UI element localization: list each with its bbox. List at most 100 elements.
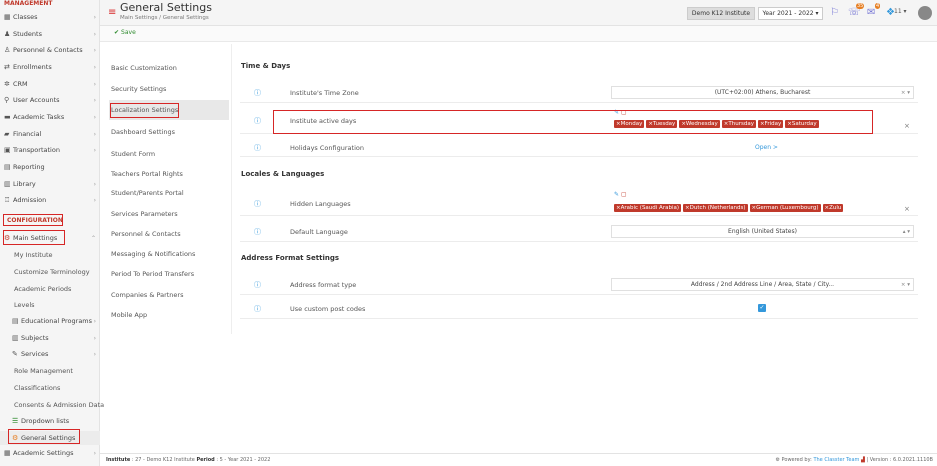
messages-icon[interactable]: ✉ [867, 7, 875, 18]
toolbar: ✔ Save [100, 26, 937, 42]
main-settings-icon: ⚙ [4, 234, 11, 242]
edit-delete-icons[interactable]: ✎ ▢ [614, 191, 627, 198]
info-icon[interactable]: ⓘ [254, 280, 261, 290]
tag-thursday[interactable]: ×Thursday [721, 120, 756, 128]
menu-dashboard-settings[interactable]: Dashboard Settings [109, 128, 229, 136]
tag-tuesday[interactable]: ×Tuesday [646, 120, 678, 128]
footer: Institute : 27 - Demo K12 Institute Peri… [100, 453, 937, 466]
sidebar-item-enrollments[interactable]: ⇄ Enrollments › [0, 60, 100, 74]
sidebar-item-customize-terminology[interactable]: Customize Terminology [0, 265, 100, 279]
institute-selector[interactable]: Demo K12 Institute [687, 7, 755, 20]
user-counter[interactable]: 11 ▾ [894, 8, 907, 15]
sidebar-item-services[interactable]: ✎ Services › [0, 347, 100, 361]
check-icon: ✔ [114, 29, 120, 36]
sidebar-item-library[interactable]: ▥ Library › [0, 177, 100, 191]
sidebar-item-transportation[interactable]: ▣ Transportation › [0, 143, 100, 157]
timezone-select[interactable]: (UTC+02:00) Athens, Bucharest × ▾ [611, 86, 914, 99]
sidebar-item-classifications[interactable]: Classifications [0, 381, 100, 395]
top-header: ≡ General Settings Main Settings / Gener… [100, 0, 937, 26]
tag-dutch[interactable]: ×Dutch (Netherlands) [682, 204, 748, 212]
sidebar-item-general-settings[interactable]: ⚙ General Settings [0, 431, 100, 445]
enrollments-icon: ⇄ [4, 63, 10, 71]
address-format-select[interactable]: Address / 2nd Address Line / Area, State… [611, 278, 914, 291]
divider [231, 44, 232, 334]
section-title-address: Address Format Settings [241, 254, 340, 262]
menu-companies-partners[interactable]: Companies & Partners [109, 291, 229, 299]
timezone-label: Institute's Time Zone [290, 89, 359, 97]
row-hidden-languages: ⓘ Hidden Languages ✎ ▢ ×Arabic (Saudi Ar… [240, 190, 918, 216]
sidebar-item-personnel[interactable]: ♙ Personnel & Contacts › [0, 43, 100, 57]
educational-programs-icon: ▤ [12, 317, 19, 325]
tag-friday[interactable]: ×Friday [757, 120, 784, 128]
sidebar-item-crm[interactable]: ✲ CRM › [0, 77, 100, 91]
flag-icon[interactable]: ⚐ [830, 7, 839, 18]
tag-wednesday[interactable]: ×Wednesday [679, 120, 720, 128]
clear-icon[interactable]: × [904, 122, 910, 130]
breadcrumb: Main Settings / General Settings [120, 15, 209, 21]
info-icon[interactable]: ⓘ [254, 304, 261, 314]
sidebar-item-dropdown-lists[interactable]: ☰ Dropdown lists [0, 414, 100, 428]
tag-monday[interactable]: ×Monday [614, 120, 645, 128]
menu-services-parameters[interactable]: Services Parameters [109, 210, 229, 218]
info-icon[interactable]: ⓘ [254, 227, 261, 237]
menu-student-parents-portal[interactable]: Student/Parents Portal [109, 189, 229, 197]
hidden-languages-tags[interactable]: ×Arabic (Saudi Arabia) ×Dutch (Netherlan… [614, 204, 844, 212]
delete-icon: ▢ [620, 191, 627, 198]
sidebar-item-admission[interactable]: ♖ Admission › [0, 193, 100, 207]
avatar[interactable] [918, 6, 932, 20]
year-selector[interactable]: Year 2021 - 2022 ▾ [758, 7, 823, 20]
sidebar-item-levels[interactable]: Levels [0, 298, 100, 312]
info-icon[interactable]: ⓘ [254, 143, 261, 153]
tag-saturday[interactable]: ×Saturday [785, 120, 819, 128]
sidebar-item-financial[interactable]: ▰ Financial › [0, 127, 100, 141]
default-language-select[interactable]: English (United States) ▴ ▾ [611, 225, 914, 238]
menu-basic-customization[interactable]: Basic Customization [109, 64, 229, 72]
sidebar-item-my-institute[interactable]: My Institute [0, 248, 100, 262]
caret-icon[interactable]: ▴ ▾ [903, 229, 910, 235]
save-button[interactable]: ✔ Save [114, 29, 136, 36]
holidays-open-link[interactable]: Open > [755, 144, 778, 151]
tag-zulu[interactable]: ×Zulu [822, 204, 844, 212]
sidebar-item-academic-tasks[interactable]: ▬ Academic Tasks › [0, 110, 100, 124]
hamburger-menu-icon[interactable]: ≡ [108, 7, 116, 18]
menu-student-form[interactable]: Student Form [109, 150, 229, 158]
info-icon[interactable]: ⓘ [254, 199, 261, 209]
menu-security-settings[interactable]: Security Settings [109, 85, 229, 93]
clear-caret-icon[interactable]: × ▾ [901, 282, 910, 288]
team-link[interactable]: The Classter Team [813, 457, 859, 463]
menu-personnel-contacts[interactable]: Personnel & Contacts [109, 230, 229, 238]
delete-icon: ▢ [620, 109, 627, 116]
active-days-tags[interactable]: ×Monday ×Tuesday ×Wednesday ×Thursday ×F… [614, 120, 819, 128]
clear-caret-icon[interactable]: × ▾ [901, 90, 910, 96]
sidebar-item-subjects[interactable]: ▥ Subjects › [0, 331, 100, 345]
menu-messaging-notifications[interactable]: Messaging & Notifications [109, 250, 229, 258]
sidebar-item-academic-settings[interactable]: ▦ Academic Settings › [0, 446, 100, 460]
sidebar-item-role-management[interactable]: Role Management [0, 364, 100, 378]
tag-arabic[interactable]: ×Arabic (Saudi Arabia) [614, 204, 681, 212]
services-icon: ✎ [12, 350, 18, 358]
sidebar-item-consents[interactable]: Consents & Admission Data [0, 398, 104, 412]
info-icon[interactable]: ⓘ [254, 88, 261, 98]
menu-mobile-app[interactable]: Mobile App [109, 311, 229, 319]
sidebar-item-classes[interactable]: ▦ Classes › [0, 10, 100, 24]
menu-teachers-portal-rights[interactable]: Teachers Portal Rights [109, 170, 229, 178]
menu-period-transfers[interactable]: Period To Period Transfers [109, 270, 229, 278]
sidebar-item-educational-programs[interactable]: ▤ Educational Programs › [0, 314, 100, 328]
configuration-header: CONFIGURATION [7, 217, 63, 224]
sidebar-item-academic-periods[interactable]: Academic Periods [0, 282, 100, 296]
tag-german[interactable]: ×German (Luxembourg) [749, 204, 821, 212]
sidebar-item-user-accounts[interactable]: ⚲ User Accounts › [0, 93, 100, 107]
clear-icon[interactable]: × [904, 205, 910, 213]
sidebar-item-reporting[interactable]: ▤ Reporting [0, 160, 100, 174]
page-title: General Settings [120, 1, 212, 14]
menu-localization-settings[interactable]: Localization Settings [109, 100, 229, 120]
post-codes-checkbox[interactable]: ✓ [758, 304, 766, 312]
team-logo-icon: ▟ [861, 457, 865, 463]
reporting-icon: ▤ [4, 163, 11, 171]
academic-settings-icon: ▦ [4, 449, 11, 457]
sidebar-item-main-settings[interactable]: ⚙ Main Settings ⌃ [0, 231, 100, 245]
info-icon[interactable]: ⓘ [254, 116, 261, 126]
sidebar-item-students[interactable]: ♟ Students › [0, 27, 100, 41]
footer-info: Institute : 27 - Demo K12 Institute Peri… [106, 457, 271, 463]
edit-delete-icons[interactable]: ✎ ▢ [614, 109, 627, 116]
